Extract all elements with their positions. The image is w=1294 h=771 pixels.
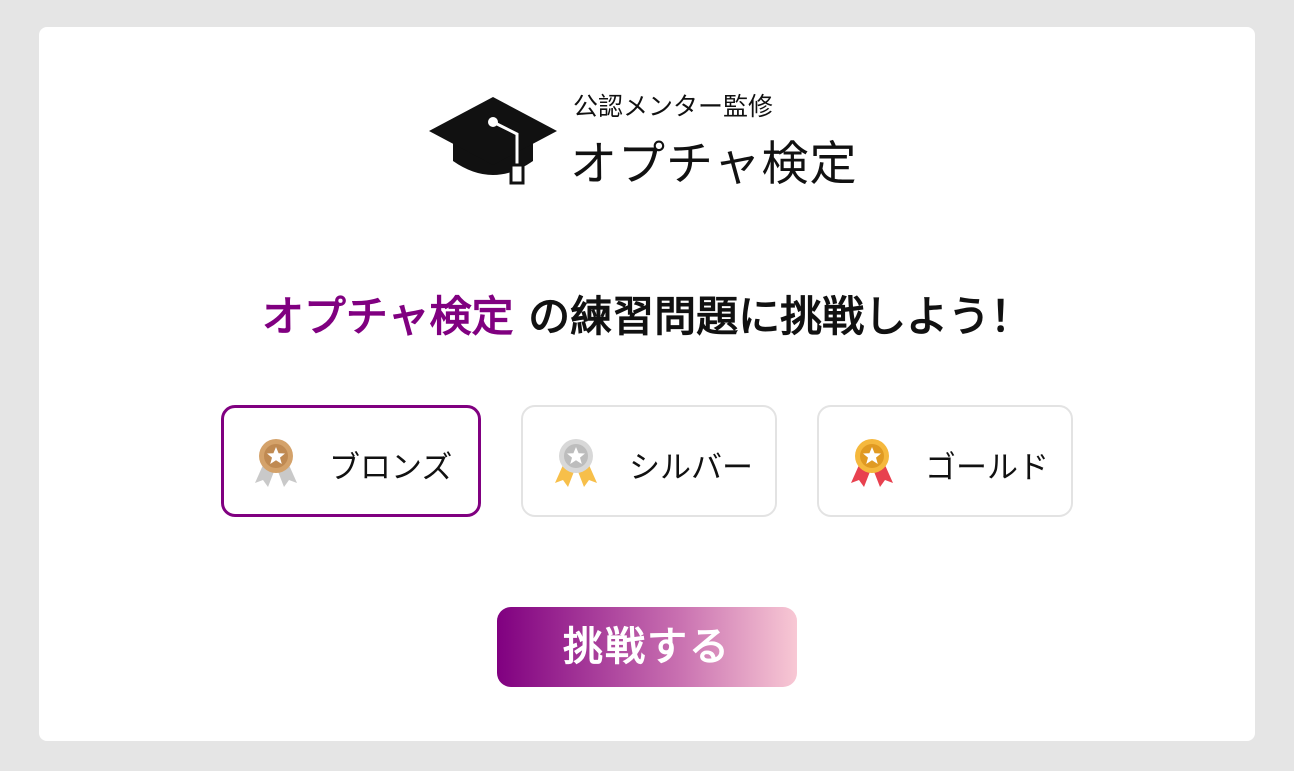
logo-subtitle: 公認メンター監修	[573, 92, 774, 121]
level-option-silver[interactable]: シルバー	[521, 405, 777, 517]
heading-text: の練習問題に挑戦しよう！	[513, 292, 1033, 341]
silver-medal-icon	[555, 439, 597, 487]
level-option-bronze[interactable]: ブロンズ	[221, 405, 481, 517]
level-selector: ブロンズ シルバー ゴールド	[39, 405, 1255, 517]
graduation-cap-icon	[429, 97, 557, 185]
page-heading: オプチャ検定 の練習問題に挑戦しよう！	[39, 283, 1255, 344]
challenge-button[interactable]: 挑戦する	[497, 607, 797, 687]
logo-title: オプチャ検定	[570, 137, 858, 192]
heading-accent: オプチャ検定	[261, 292, 514, 341]
level-label-bronze: ブロンズ	[329, 450, 453, 486]
logo: 公認メンター監修 オプチャ検定	[427, 87, 887, 192]
level-option-gold[interactable]: ゴールド	[817, 405, 1073, 517]
level-label-gold: ゴールド	[925, 450, 1049, 486]
gold-medal-icon	[851, 439, 893, 487]
level-label-silver: シルバー	[629, 450, 753, 486]
bronze-medal-icon	[255, 439, 297, 487]
main-card: 公認メンター監修 オプチャ検定 オプチャ検定 の練習問題に挑戦しよう！ ブロンズ	[39, 27, 1255, 741]
